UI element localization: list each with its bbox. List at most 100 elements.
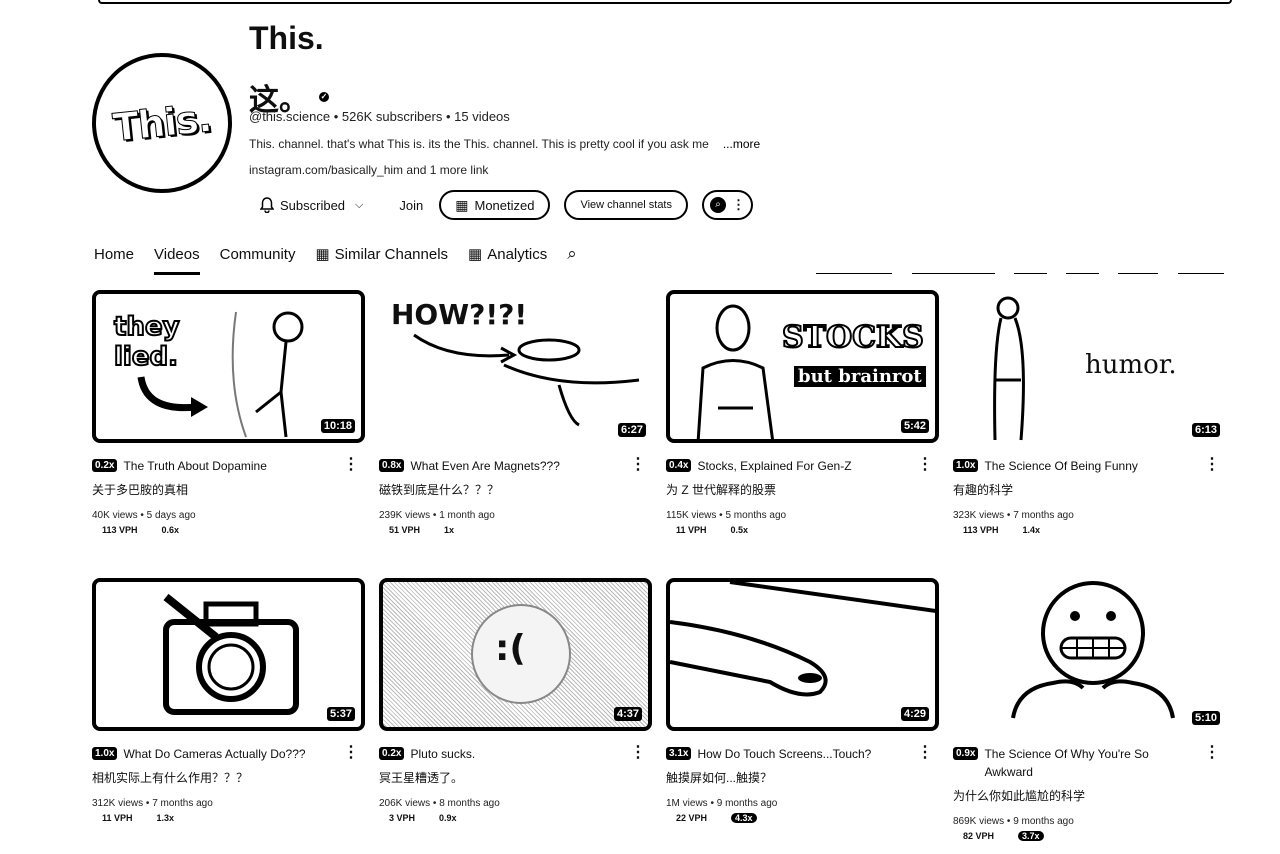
video-card[interactable]: 4:29 3.1x How Do Touch Screens...Touch? ⋮ … xyxy=(666,578,939,823)
video-title-translation: 触摸屏如何...触摸？ xyxy=(666,771,773,785)
tab-home[interactable]: Home xyxy=(94,242,134,266)
video-stats: 1M views • 9 months ago xyxy=(666,798,778,809)
vph-row: 113 VPH 0.6x xyxy=(92,525,365,535)
video-card[interactable]: STOCKS but brainrot 5:42 0.4x Stocks, Exp… xyxy=(666,290,939,535)
video-thumbnail[interactable]: HOW?!?! 6:27 xyxy=(379,290,652,443)
video-duration: 4:29 xyxy=(900,707,929,721)
thumbnail-text: STOCKS xyxy=(781,319,925,356)
video-title[interactable]: What Do Cameras Actually Do??? xyxy=(123,745,343,763)
video-card[interactable]: :( 4:37 0.2x Pluto sucks. ⋮ 冥王星糟透了。 206K v… xyxy=(379,578,652,823)
more-vert-icon[interactable]: ⋮ xyxy=(343,457,359,473)
video-card[interactable]: 5:37 1.0x What Do Cameras Actually Do??? ⋮… xyxy=(92,578,365,823)
filter-underline xyxy=(1178,273,1224,274)
channel-title: This. xyxy=(249,20,324,56)
verified-icon: ✓ xyxy=(319,92,329,102)
more-vert-icon[interactable]: ⋮ xyxy=(343,745,359,761)
monetized-button[interactable]: ▦ Monetized xyxy=(439,190,551,220)
video-stats: 869K views • 9 months ago xyxy=(953,816,1074,827)
video-title-translation: 关于多巴胺的真相 xyxy=(92,483,189,497)
video-duration: 5:10 xyxy=(1191,711,1220,725)
view-count: 312K views xyxy=(92,798,144,809)
video-thumbnail[interactable]: 4:29 xyxy=(666,578,939,731)
vph-row: 11 VPH 1.3x xyxy=(92,813,365,823)
video-title[interactable]: How Do Touch Screens...Touch? xyxy=(697,745,917,763)
view-count: 239K views xyxy=(379,510,431,521)
video-title-translation: 为什么你如此尴尬的科学 xyxy=(953,789,1086,803)
video-title[interactable]: The Truth About Dopamine xyxy=(123,457,343,475)
channel-links[interactable]: instagram.com/basically_him and 1 more l… xyxy=(249,163,488,177)
view-channel-stats-button[interactable]: View channel stats xyxy=(564,190,688,220)
video-count: 15 videos xyxy=(454,109,510,124)
tab-videos[interactable]: Videos xyxy=(154,242,200,275)
thumbnail-text: HOW?!?! xyxy=(391,298,528,331)
outlier-multiplier: 1.0x xyxy=(953,459,979,472)
vph-value: 51 VPH xyxy=(389,525,421,535)
video-card[interactable]: they lied. 10:18 0.2x The Truth About Dop… xyxy=(92,290,365,535)
video-duration: 6:27 xyxy=(617,423,646,437)
video-thumbnail[interactable]: STOCKS but brainrot 5:42 xyxy=(666,290,939,443)
more-vert-icon[interactable]: ⋮ xyxy=(1204,745,1220,761)
ratio-value: 1x xyxy=(444,525,455,535)
ratio-value: 1.3x xyxy=(156,813,175,823)
outlier-multiplier: 0.2x xyxy=(92,459,118,472)
view-count: 323K views xyxy=(953,510,1005,521)
video-title[interactable]: What Even Are Magnets??? xyxy=(410,457,630,475)
finger-touch-illustration xyxy=(670,582,935,697)
view-count: 115K views xyxy=(666,510,717,521)
description-text: This. channel. that's what This is. its … xyxy=(249,137,709,151)
video-stats: 115K views • 5 months ago xyxy=(666,510,787,521)
bell-icon xyxy=(260,197,274,213)
upload-age: 9 months ago xyxy=(1013,816,1074,827)
video-thumbnail[interactable]: :( 4:37 xyxy=(379,578,652,731)
video-thumbnail[interactable]: 5:37 xyxy=(92,578,365,731)
video-title[interactable]: The Science Of Why You're So Awkward xyxy=(984,745,1204,781)
video-title[interactable]: Pluto sucks. xyxy=(410,745,630,763)
more-vert-icon[interactable]: ⋮ xyxy=(630,457,646,473)
tab-community[interactable]: Community xyxy=(220,242,296,266)
more-vert-icon: ⋮ xyxy=(732,197,745,212)
video-stats: 323K views • 7 months ago xyxy=(953,510,1074,521)
vph-value: 11 VPH xyxy=(102,813,133,823)
upload-age: 5 days ago xyxy=(146,510,196,521)
video-thumbnail[interactable]: 5:10 xyxy=(953,578,1226,731)
more-vert-icon[interactable]: ⋮ xyxy=(630,745,646,761)
upload-age: 9 months ago xyxy=(716,798,778,809)
extension-menu-button[interactable]: ⌕ ⋮ xyxy=(702,190,753,220)
chicken-illustration xyxy=(993,296,1025,441)
more-vert-icon[interactable]: ⋮ xyxy=(917,745,933,761)
ratio-value: 3.7x xyxy=(1018,831,1044,841)
video-thumbnail[interactable]: they lied. 10:18 xyxy=(92,290,365,443)
thumbnail-subtext: but brainrot xyxy=(794,366,926,387)
thumbnail-text: humor. xyxy=(1085,350,1177,380)
video-title-translation: 有趣的科学 xyxy=(953,483,1014,497)
video-title[interactable]: The Science Of Being Funny xyxy=(984,457,1204,475)
upload-age: 5 months ago xyxy=(725,510,787,521)
filter-underline xyxy=(1118,273,1158,274)
more-vert-icon[interactable]: ⋮ xyxy=(917,457,933,473)
video-card[interactable]: HOW?!?! 6:27 0.8x What Even Are Magnets??… xyxy=(379,290,652,535)
tab-analytics[interactable]: ▦ Analytics xyxy=(468,242,547,266)
join-button[interactable]: Join xyxy=(397,189,425,221)
video-card[interactable]: humor. 6:13 1.0x The Science Of Being Fun… xyxy=(953,290,1226,535)
channel-description[interactable]: This. channel. that's what This is. its … xyxy=(249,137,760,151)
outlier-multiplier: 1.0x xyxy=(92,747,118,760)
view-count: 1M views xyxy=(666,798,708,809)
ratio-value: 0.6x xyxy=(161,525,180,535)
video-thumbnail[interactable]: humor. 6:13 xyxy=(953,290,1226,443)
video-duration: 4:37 xyxy=(613,707,642,721)
grimace-emoji-illustration xyxy=(1011,581,1175,719)
video-stats: 312K views • 7 months ago xyxy=(92,798,213,809)
filter-underline xyxy=(1066,273,1099,274)
video-stats: 40K views • 5 days ago xyxy=(92,510,196,521)
video-title[interactable]: Stocks, Explained For Gen-Z xyxy=(697,457,917,475)
subscribed-button[interactable]: Subscribed ⌵ xyxy=(258,189,365,221)
vph-row: 11 VPH 0.5x xyxy=(666,525,939,535)
similar-channels-label: Similar Channels xyxy=(334,245,449,263)
channel-avatar[interactable]: This. xyxy=(92,53,232,193)
search-icon[interactable]: ⌕ xyxy=(567,242,577,266)
video-card[interactable]: 5:10 0.9x The Science Of Why You're So Aw… xyxy=(953,578,1226,841)
more-vert-icon[interactable]: ⋮ xyxy=(1204,457,1220,473)
more-link[interactable]: ...more xyxy=(723,137,760,151)
vph-value: 22 VPH xyxy=(676,813,708,823)
tab-similar-channels[interactable]: ▦ Similar Channels xyxy=(315,242,448,266)
